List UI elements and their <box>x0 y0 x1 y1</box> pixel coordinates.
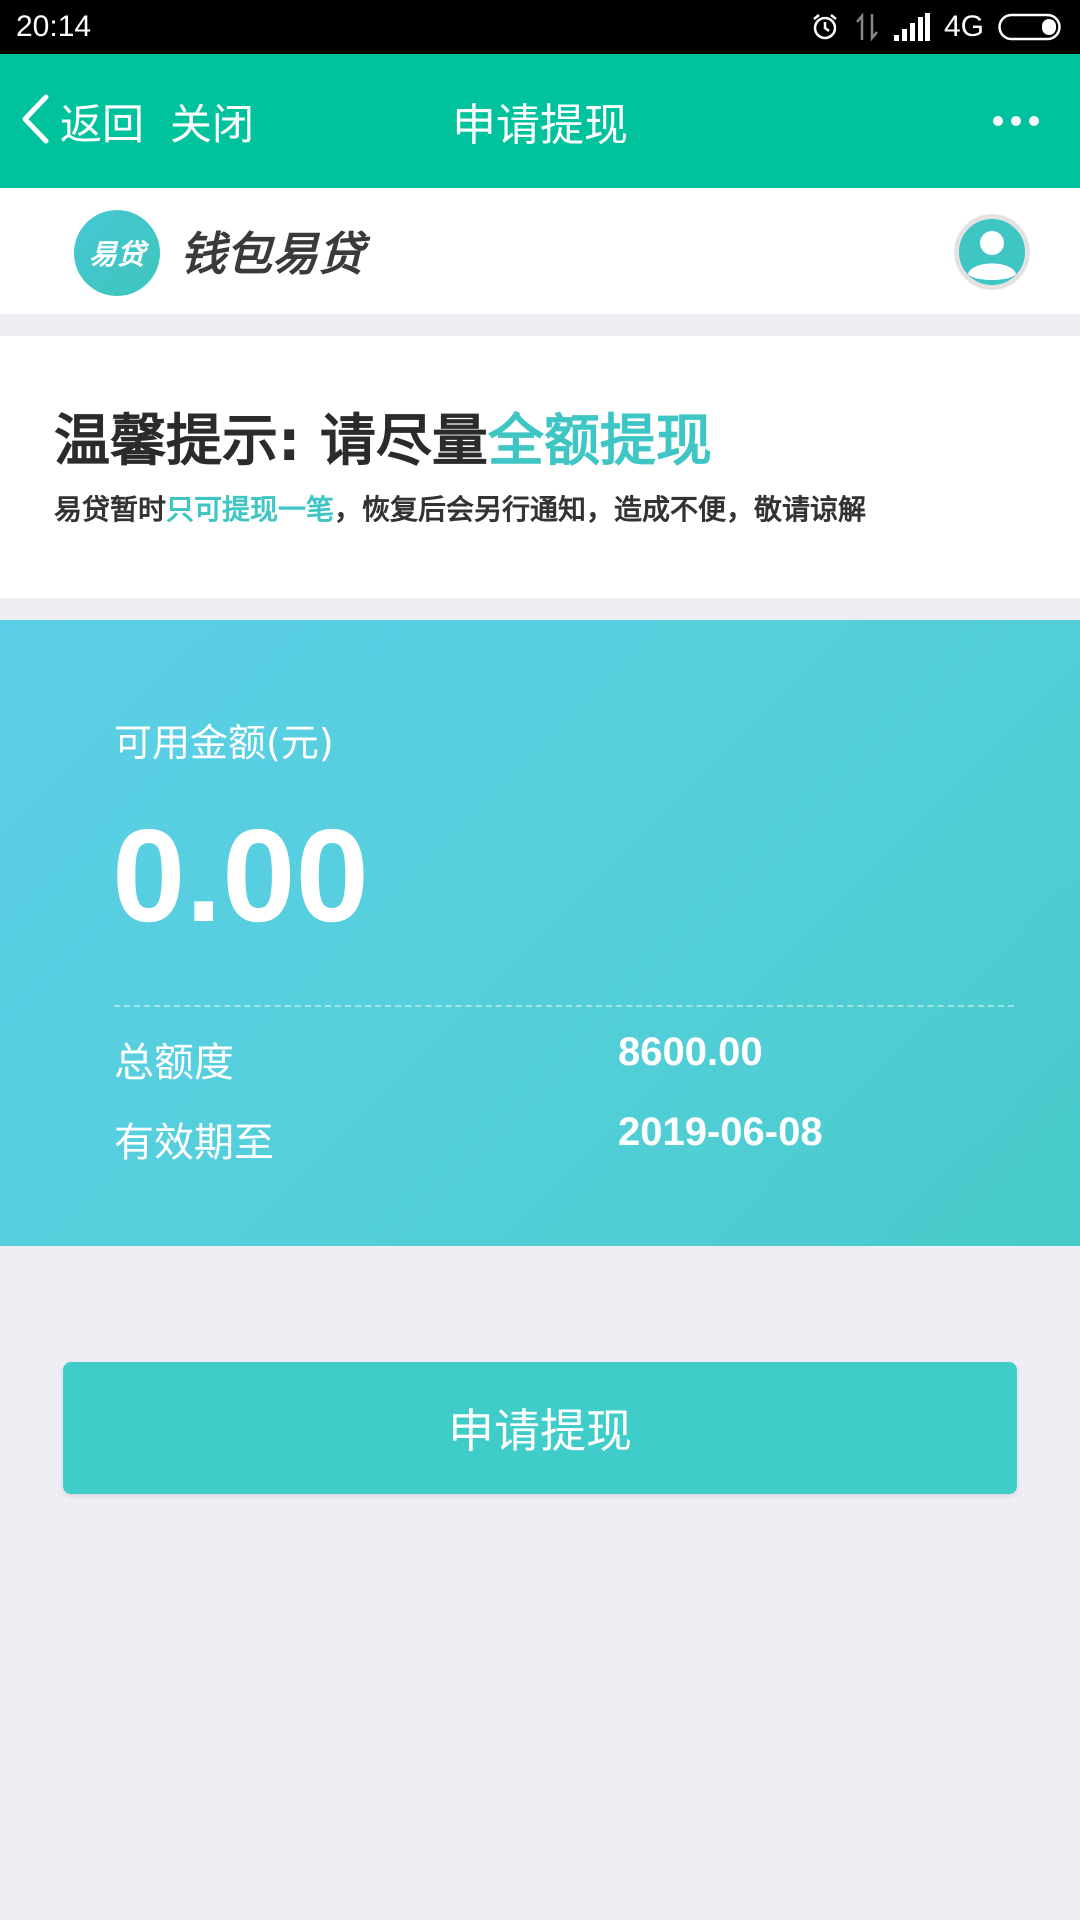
total-credit-label: 总额度 <box>114 1040 234 1086</box>
notice-title-prefix: 温馨提示: 请尽量 <box>54 409 488 474</box>
balance-divider <box>114 1005 1014 1007</box>
notice-title-highlight: 全额提现 <box>487 409 712 474</box>
battery-icon <box>998 13 1064 41</box>
brand-header: 易贷 钱包易贷 <box>0 188 1080 314</box>
notice-card: 温馨提示: 请尽量全额提现 易贷暂时只可提现一笔，恢复后会另行通知，造成不便，敬… <box>0 336 1080 598</box>
valid-until-label: 有效期至 <box>114 1120 274 1166</box>
chevron-left-icon <box>20 93 50 149</box>
notice-title: 温馨提示: 请尽量全额提现 <box>54 396 712 477</box>
total-credit-row: 总额度 8600.00 <box>114 1030 1014 1090</box>
status-bar: 20:14 4G <box>0 0 1080 54</box>
close-button[interactable]: 关闭 <box>170 54 254 188</box>
balance-card: 可用金额(元) 0.00 总额度 8600.00 有效期至 2019-06-08 <box>0 620 1080 1246</box>
apply-withdraw-button[interactable]: 申请提现 <box>63 1362 1017 1494</box>
notice-sub-prefix: 易贷暂时 <box>54 493 167 526</box>
valid-until-row: 有效期至 2019-06-08 <box>114 1110 1014 1170</box>
brand-logo-text: 易贷 <box>88 238 145 271</box>
nav-bar: 返回 关闭 申请提现 <box>0 54 1080 188</box>
available-amount-label: 可用金额(元) <box>114 721 334 765</box>
total-credit-value: 8600.00 <box>618 1030 763 1074</box>
more-icon <box>992 112 1040 131</box>
available-amount-value: 0.00 <box>112 802 369 949</box>
avatar-icon <box>954 214 1030 290</box>
status-icons: 4G <box>810 10 1064 44</box>
brand-name: 钱包易贷 <box>180 227 364 281</box>
avatar[interactable] <box>954 214 1030 290</box>
back-label: 返回 <box>60 99 145 149</box>
valid-until-value: 2019-06-08 <box>618 1110 823 1154</box>
network-type: 4G <box>943 10 984 43</box>
back-button[interactable]: 返回 <box>20 54 144 188</box>
more-button[interactable] <box>992 54 1040 188</box>
brand-logo: 易贷 <box>74 210 160 296</box>
status-time: 20:14 <box>16 10 92 43</box>
notice-sub-suffix: ，恢复后会另行通知，造成不便，敬请谅解 <box>334 493 867 526</box>
data-transfer-icon <box>854 12 880 42</box>
signal-icon <box>893 13 930 41</box>
notice-sub-highlight: 只可提现一笔 <box>166 493 335 526</box>
page-title: 申请提现 <box>452 100 628 151</box>
alarm-icon <box>810 12 840 42</box>
notice-subtitle: 易贷暂时只可提现一笔，恢复后会另行通知，造成不便，敬请谅解 <box>54 488 866 528</box>
